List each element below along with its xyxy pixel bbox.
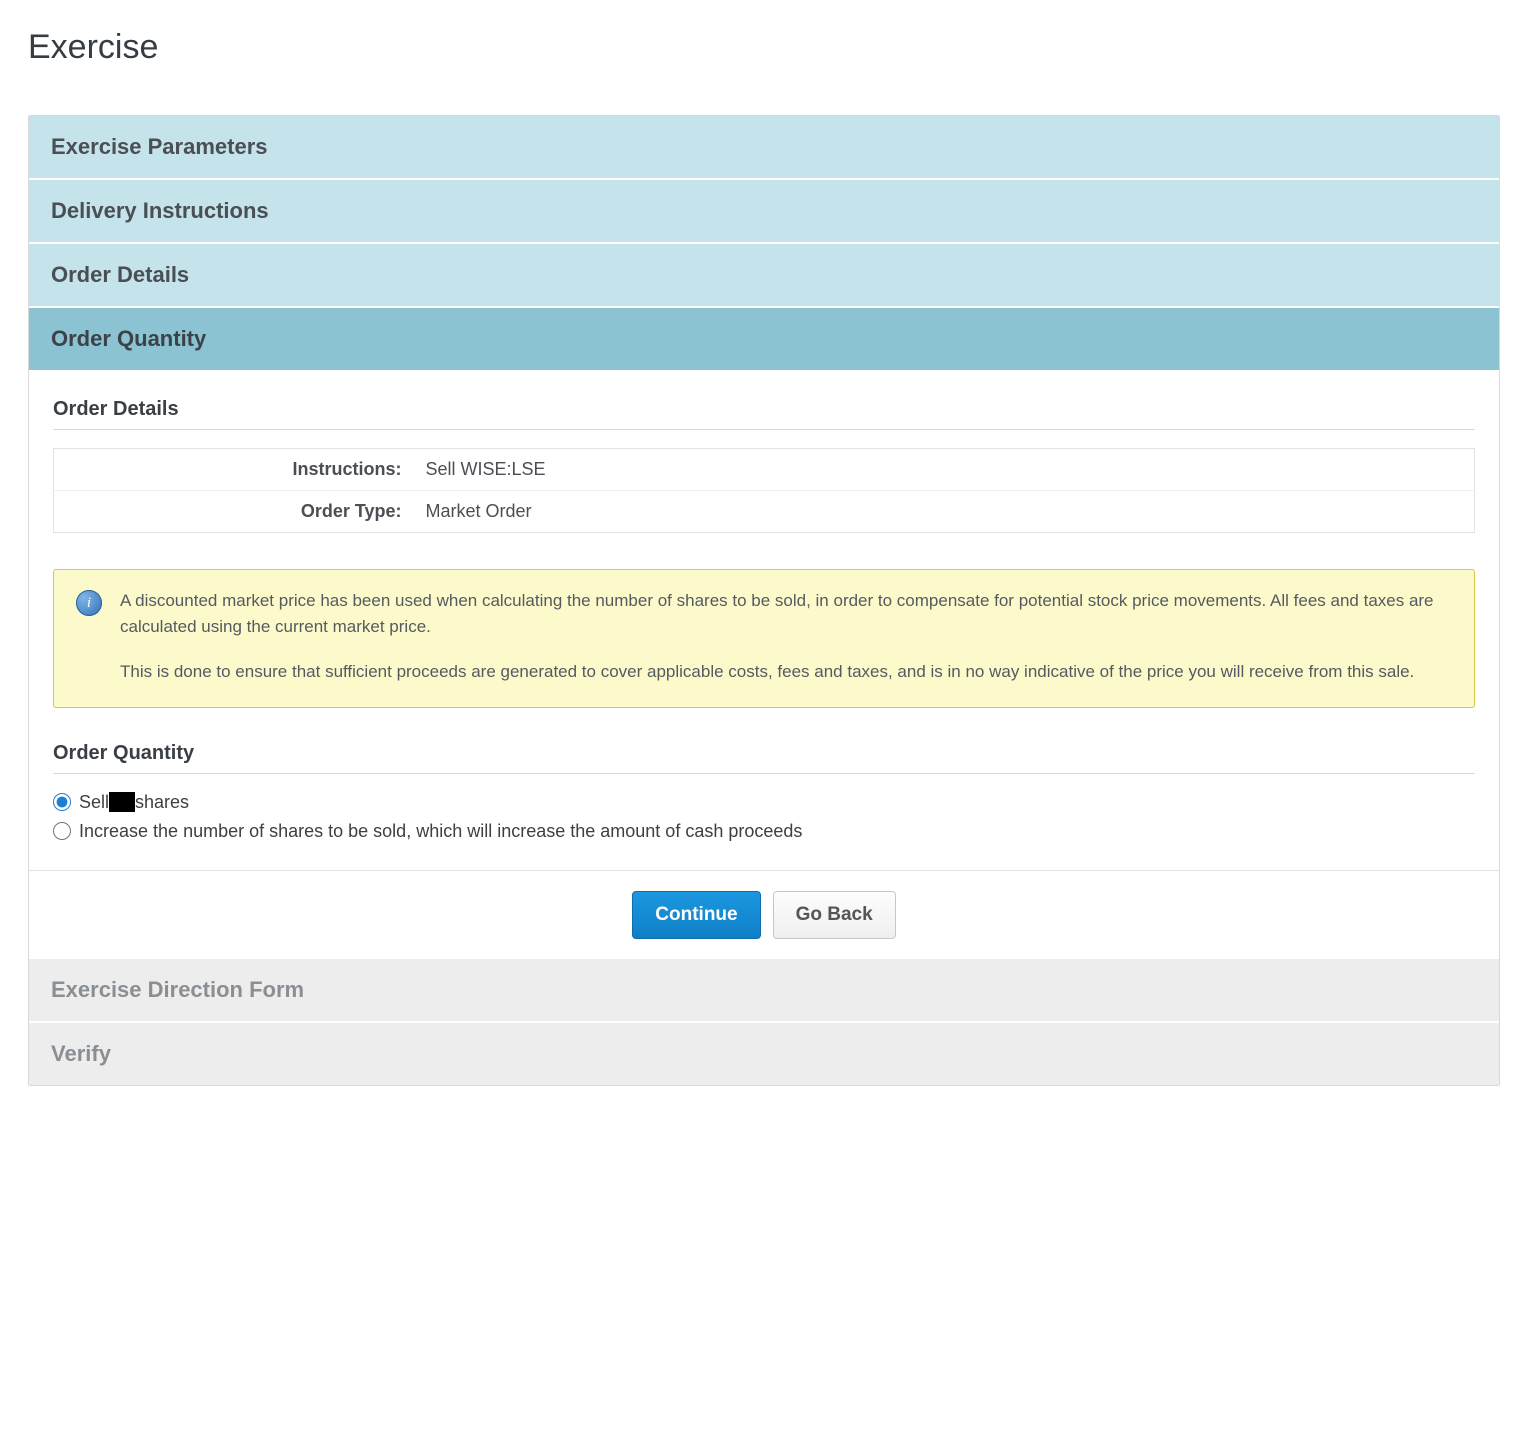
table-row: Instructions: Sell WISE:LSE: [54, 449, 1475, 491]
order-details-table: Instructions: Sell WISE:LSE Order Type: …: [53, 448, 1475, 533]
radio-option-increase-shares[interactable]: Increase the number of shares to be sold…: [53, 821, 1475, 842]
acc-header-exercise-parameters[interactable]: Exercise Parameters: [29, 116, 1499, 180]
continue-button[interactable]: Continue: [632, 891, 760, 939]
acc-body-order-quantity: Order Details Instructions: Sell WISE:LS…: [29, 372, 1499, 870]
instructions-label: Instructions:: [54, 449, 414, 491]
section-title-order-details: Order Details: [53, 398, 1475, 430]
info-paragraph-2: This is done to ensure that sufficient p…: [120, 659, 1452, 685]
info-callout: i A discounted market price has been use…: [53, 569, 1475, 708]
order-quantity-radio-group: Sell shares Increase the number of shares…: [53, 792, 1475, 842]
acc-header-exercise-direction-form[interactable]: Exercise Direction Form: [29, 959, 1499, 1023]
instructions-value: Sell WISE:LSE: [414, 449, 1475, 491]
redacted-share-count: [109, 792, 135, 812]
radio-option-sell-shares[interactable]: Sell shares: [53, 792, 1475, 813]
radio-label-increase-shares: Increase the number of shares to be sold…: [79, 821, 802, 842]
table-row: Order Type: Market Order: [54, 491, 1475, 533]
acc-header-verify[interactable]: Verify: [29, 1023, 1499, 1085]
button-bar: Continue Go Back: [29, 870, 1499, 959]
acc-header-order-quantity[interactable]: Order Quantity: [29, 308, 1499, 372]
section-title-order-quantity: Order Quantity: [53, 742, 1475, 774]
order-type-label: Order Type:: [54, 491, 414, 533]
order-type-value: Market Order: [414, 491, 1475, 533]
sell-suffix: shares: [135, 792, 189, 812]
acc-header-delivery-instructions[interactable]: Delivery Instructions: [29, 180, 1499, 244]
radio-label-sell-shares: Sell shares: [79, 792, 189, 813]
info-icon: i: [76, 590, 102, 616]
radio-increase-shares[interactable]: [53, 822, 71, 840]
acc-header-order-details[interactable]: Order Details: [29, 244, 1499, 308]
page-title: Exercise: [28, 28, 1500, 67]
sell-prefix: Sell: [79, 792, 109, 812]
info-paragraph-1: A discounted market price has been used …: [120, 588, 1452, 639]
exercise-wizard-panel: Exercise Parameters Delivery Instruction…: [28, 115, 1500, 1086]
go-back-button[interactable]: Go Back: [773, 891, 896, 939]
info-text: A discounted market price has been used …: [120, 588, 1452, 685]
radio-sell-shares[interactable]: [53, 793, 71, 811]
